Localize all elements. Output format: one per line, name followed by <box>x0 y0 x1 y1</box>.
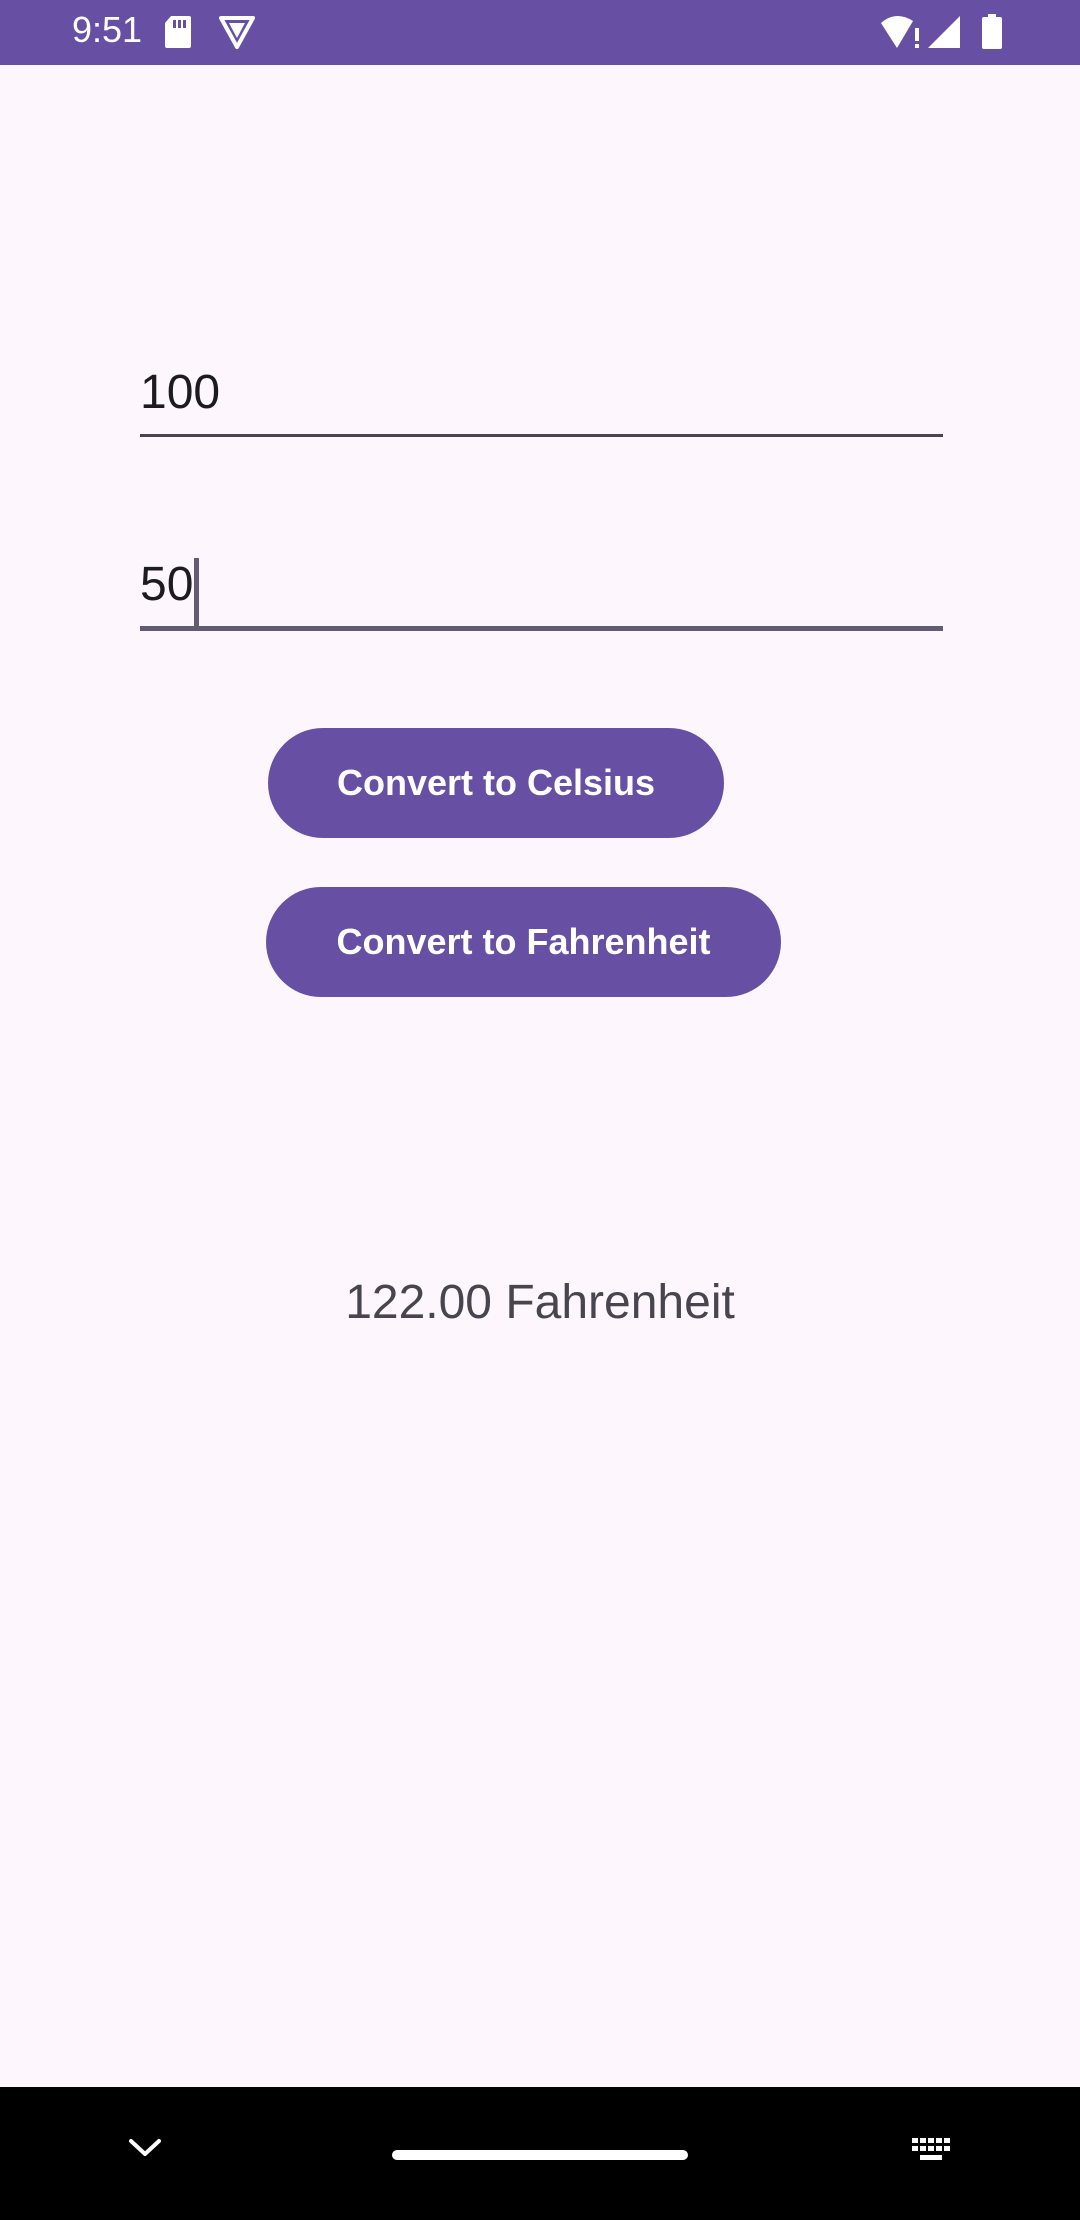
keyboard-icon[interactable] <box>910 2136 956 2169</box>
navigation-bar <box>0 2087 1080 2220</box>
sd-card-icon <box>163 14 193 55</box>
convert-to-fahrenheit-button[interactable]: Convert to Fahrenheit <box>266 887 781 997</box>
collapse-keyboard-icon[interactable] <box>128 2137 162 2164</box>
status-time: 9:51 <box>72 9 143 50</box>
input-field-1-value: 100 <box>140 366 221 419</box>
input-field-1[interactable]: 100 <box>140 363 943 437</box>
cellular-signal-icon <box>926 14 962 55</box>
vpn-shield-icon <box>218 14 256 55</box>
text-cursor <box>194 557 200 626</box>
input-field-2-value: 50 <box>140 558 194 611</box>
converter-screen: 100 50 Convert to Celsius Convert to Fah… <box>0 65 1080 2087</box>
convert-to-celsius-label: Convert to Celsius <box>336 762 656 803</box>
input-field-2[interactable]: 50 <box>140 545 943 631</box>
convert-to-celsius-button[interactable]: Convert to Celsius <box>268 728 724 838</box>
convert-to-fahrenheit-label: Convert to Fahrenheit <box>336 921 711 962</box>
wifi-alert-icon <box>880 14 922 55</box>
status-bar: 9:51 <box>0 0 1080 65</box>
home-handle[interactable] <box>392 2150 688 2160</box>
result-text: 122.00 Fahrenheit <box>345 1276 735 1329</box>
battery-icon <box>981 14 1003 55</box>
